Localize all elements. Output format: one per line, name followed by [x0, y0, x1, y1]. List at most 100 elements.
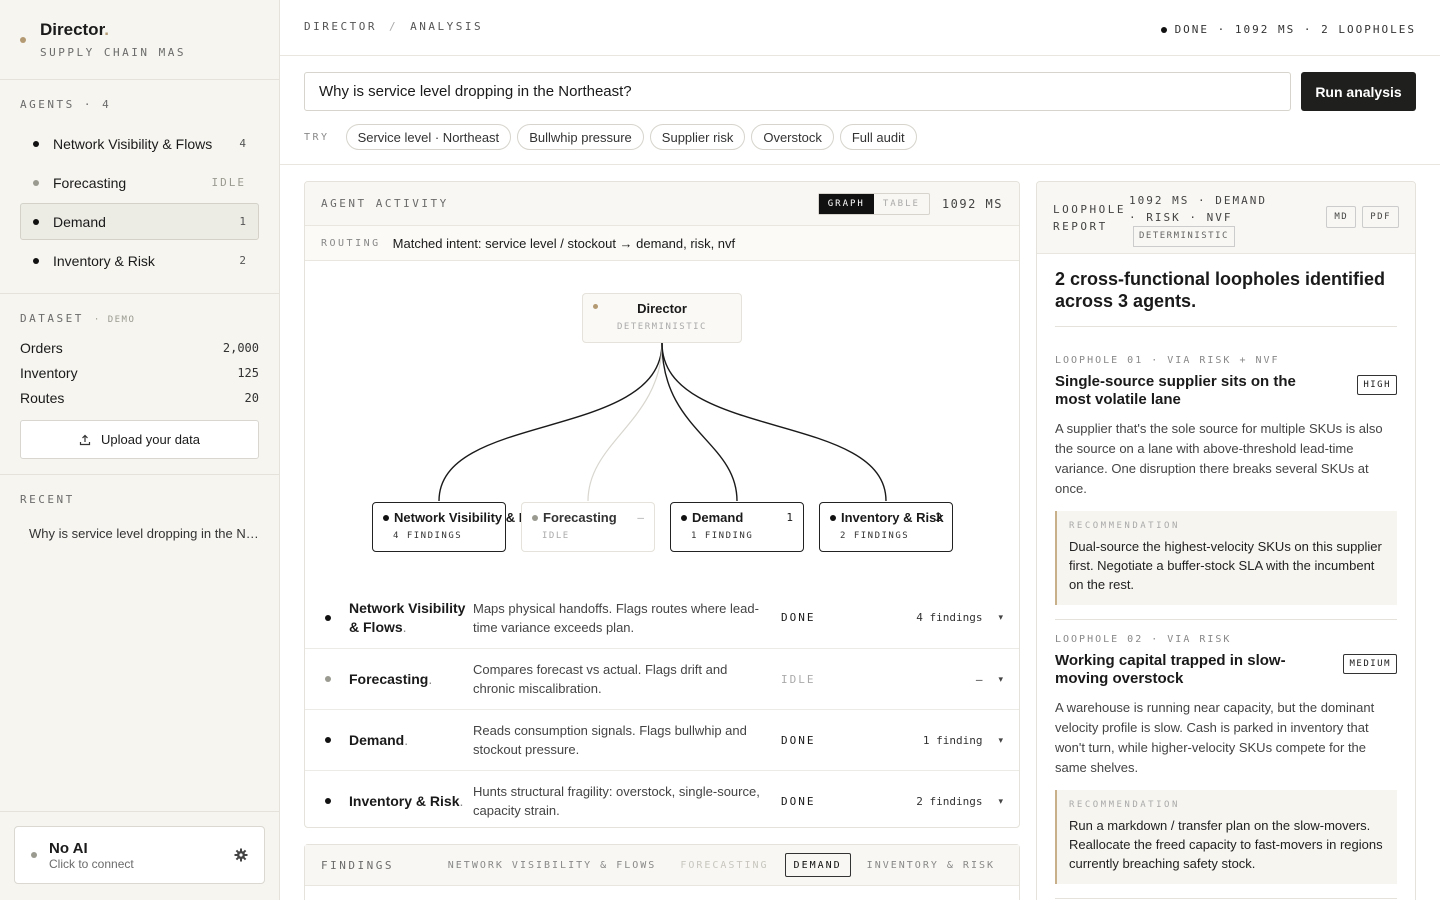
dataset-row-orders: Orders 2,000 — [20, 335, 259, 360]
tab-network-visibility[interactable]: NETWORK VISIBILITY & FLOWS — [440, 853, 665, 877]
node-count: 1 — [786, 511, 793, 524]
try-suggestions: TRY Service level · Northeast Bullwhip p… — [304, 124, 917, 150]
graph-node-director[interactable]: Director DETERMINISTIC — [582, 293, 742, 343]
gear-icon[interactable] — [234, 848, 248, 862]
ai-connect-button[interactable]: No AI Click to connect — [14, 826, 265, 884]
node-title: Director — [637, 301, 687, 316]
chip-overstock[interactable]: Overstock — [751, 124, 834, 150]
agent-description: Maps physical handoffs. Flags routes whe… — [473, 600, 759, 635]
run-analysis-button[interactable]: Run analysis — [1301, 72, 1416, 111]
chevron-down-icon[interactable]: ▾ — [998, 735, 1003, 746]
dataset-label: Orders — [20, 339, 63, 356]
sidebar-item-label: Demand — [53, 213, 106, 230]
try-label: TRY — [304, 131, 330, 143]
report-summary: 2 cross-functional loopholes identified … — [1055, 268, 1397, 327]
breadcrumb: DIRECTOR / ANALYSIS — [304, 20, 483, 33]
edge-nvf — [438, 342, 663, 502]
sidebar-item-demand[interactable]: Demand 1 — [20, 203, 259, 240]
toggle-graph[interactable]: GRAPH — [818, 193, 874, 214]
status-dot-icon — [532, 514, 538, 521]
export-pdf-button[interactable]: PDF — [1362, 206, 1399, 228]
chevron-down-icon[interactable]: ▾ — [998, 674, 1003, 685]
recommendation-box: RECOMMENDATION Dual-source the highest-v… — [1055, 511, 1397, 605]
node-count: 2 — [935, 511, 942, 524]
tab-inventory-risk[interactable]: INVENTORY & RISK — [859, 853, 1003, 877]
status-dot-icon — [33, 218, 39, 225]
graph-node-demand[interactable]: Demand 1 1 FINDING — [670, 502, 804, 552]
sidebar-item-inventory-risk[interactable]: Inventory & Risk 2 — [20, 242, 259, 279]
loophole-report-panel: LOOPHOLE REPORT 1092 MS · DEMAND · RISK … — [1036, 181, 1416, 900]
sidebar-item-network-visibility[interactable]: Network Visibility & Flows 4 — [20, 125, 259, 162]
loophole-tag: LOOPHOLE 02 · VIA RISK — [1055, 634, 1232, 645]
table-row[interactable]: Inventory & Risk. Hunts structural fragi… — [305, 770, 1019, 827]
tab-forecasting[interactable]: FORECASTING — [672, 853, 776, 877]
agent-graph: Director DETERMINISTIC Network Visibilit… — [305, 261, 1019, 587]
agent-findings-count: — — [975, 672, 983, 686]
severity-badge: MEDIUM — [1343, 654, 1397, 674]
edge-demand — [661, 342, 738, 502]
report-meta: 1092 MS · DEMAND · RISK · NVFDETERMINIST… — [1129, 192, 1279, 247]
report-export: MD PDF — [1326, 206, 1399, 228]
table-row[interactable]: Forecasting. Compares forecast vs actual… — [305, 648, 1019, 709]
sidebar-item-forecasting[interactable]: Forecasting IDLE — [20, 164, 259, 201]
graph-node-network-visibility[interactable]: Network Visibility & Flows 4 FINDINGS — [372, 502, 556, 552]
agent-status: DONE — [781, 611, 816, 624]
recommendation-text: Dual-source the highest-velocity SKUs on… — [1069, 539, 1382, 592]
upload-data-button[interactable]: Upload your data — [20, 420, 259, 459]
chevron-down-icon[interactable]: ▾ — [998, 796, 1003, 807]
sidebar: Director. SUPPLY CHAIN MAS AGENTS · 4 Ne… — [0, 0, 280, 900]
brand-subtitle: SUPPLY CHAIN MAS — [40, 46, 186, 59]
table-row[interactable]: Network Visibility & Flows. Maps physica… — [305, 587, 1019, 648]
agent-description: Hunts structural fragility: overstock, s… — [473, 784, 760, 818]
routing-bar: ROUTING Matched intent: service level / … — [305, 226, 1019, 261]
agent-findings-count: 1 finding — [922, 733, 983, 747]
node-subtitle: 2 FINDINGS — [840, 531, 910, 541]
report-label: LOOPHOLE REPORT — [1053, 203, 1126, 233]
chevron-down-icon[interactable]: ▾ — [998, 612, 1003, 623]
node-title: Demand — [692, 510, 744, 525]
breadcrumb-director[interactable]: DIRECTOR — [304, 20, 377, 33]
dataset-value: 125 — [237, 365, 259, 380]
activity-duration: 1092 MS — [941, 196, 1003, 211]
recent-heading: RECENT — [20, 493, 75, 506]
agent-status: DONE — [781, 733, 816, 747]
sidebar-item-count: IDLE — [211, 176, 246, 189]
tab-demand[interactable]: DEMAND — [784, 853, 851, 877]
graph-node-forecasting[interactable]: Forecasting – IDLE — [521, 502, 655, 552]
brand: Director. SUPPLY CHAIN MAS — [0, 0, 279, 80]
chip-bullwhip[interactable]: Bullwhip pressure — [517, 124, 644, 150]
findings-panel: FINDINGS NETWORK VISIBILITY & FLOWS FORE… — [304, 844, 1020, 900]
loophole-card: LOOPHOLE 02 · VIA RISK Working capital t… — [1055, 620, 1397, 899]
routing-text: Matched intent: service level / stockout… — [392, 235, 736, 251]
query-input[interactable] — [304, 72, 1291, 111]
graph-node-inventory-risk[interactable]: Inventory & Risk 2 2 FINDINGS — [819, 502, 953, 552]
sidebar-item-count: 4 — [239, 137, 246, 150]
topbar: DIRECTOR / ANALYSIS DONE · 1092 MS · 2 L… — [280, 0, 1440, 56]
ai-subtitle: Click to connect — [49, 856, 134, 871]
status-dot-icon — [33, 140, 39, 147]
dataset-section: DATASET · DEMO Orders 2,000 Inventory 12… — [0, 294, 279, 475]
chip-service-level[interactable]: Service level · Northeast — [345, 124, 512, 150]
sidebar-item-label: Network Visibility & Flows — [53, 135, 213, 152]
recommendation-text: Run a markdown / transfer plan on the sl… — [1069, 818, 1383, 871]
recent-item[interactable]: Why is service level dropping in the Nor… — [20, 526, 259, 541]
dataset-value: 2,000 — [222, 340, 259, 355]
status-dot-icon — [33, 257, 39, 264]
agent-description: Compares forecast vs actual. Flags drift… — [473, 662, 728, 696]
chip-supplier-risk[interactable]: Supplier risk — [649, 124, 746, 150]
agent-table: Network Visibility & Flows. Maps physica… — [305, 587, 1019, 827]
node-subtitle: 4 FINDINGS — [393, 531, 463, 541]
query-bar: Run analysis TRY Service level · Northea… — [280, 56, 1440, 165]
node-subtitle: 1 FINDING — [691, 531, 754, 541]
upload-label: Upload your data — [100, 432, 200, 447]
upload-icon — [79, 434, 91, 445]
toggle-table[interactable]: TABLE — [874, 194, 929, 214]
severity-badge: HIGH — [1357, 375, 1397, 395]
table-row[interactable]: Demand. Reads consumption signals. Flags… — [305, 709, 1019, 770]
brand-title: Director. — [40, 20, 109, 39]
agent-findings-count: 2 findings — [916, 794, 983, 808]
chip-full-audit[interactable]: Full audit — [839, 124, 917, 150]
agent-activity-header: AGENT ACTIVITY GRAPH TABLE 1092 MS — [305, 182, 1019, 226]
export-md-button[interactable]: MD — [1326, 206, 1357, 228]
dataset-value: 20 — [244, 390, 259, 405]
